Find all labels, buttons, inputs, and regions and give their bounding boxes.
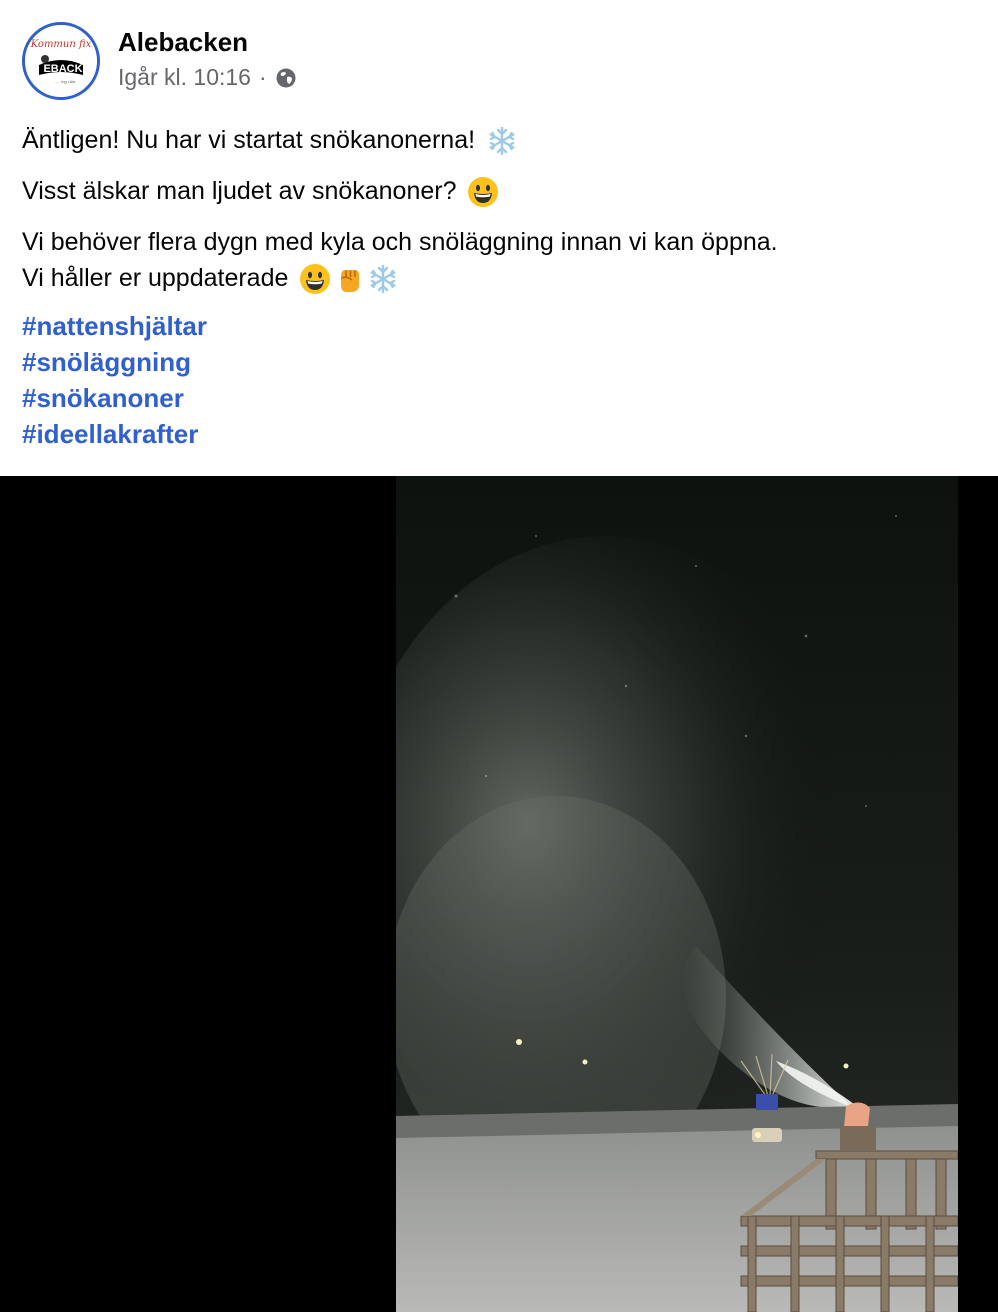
hashtag-link[interactable]: #nattenshjältar: [22, 308, 207, 344]
message-line-4-text: Vi håller er uppdaterade: [22, 264, 289, 292]
snowflake-emoji: [489, 127, 515, 156]
video-frame[interactable]: [396, 476, 958, 1312]
hashtag-link[interactable]: #snökanoner: [22, 380, 207, 416]
avatar-small-text: ..... ing i Ale: [55, 79, 76, 84]
page-avatar[interactable]: Kommun fix EBACK ..... ing i Ale: [22, 22, 100, 100]
message-line-4: Vi håller er uppdaterade: [22, 260, 399, 296]
page-name[interactable]: Alebacken: [118, 27, 248, 58]
post-header: Kommun fix EBACK ..... ing i Ale Aleback…: [0, 0, 998, 110]
meta-separator: ·: [258, 64, 267, 90]
snowflake-emoji: [370, 265, 396, 294]
message-line-2: Visst älskar man ljudet av snökanoner?: [22, 173, 499, 209]
avatar-script-text: Kommun fix: [30, 39, 92, 50]
video-scene: [396, 476, 958, 1312]
message-line-1: Äntligen! Nu har vi startat snökanonerna…: [22, 122, 518, 158]
avatar-logo-text: EBACK: [43, 63, 82, 75]
hashtag-list: #nattenshjältar #snöläggning #snökanoner…: [22, 308, 207, 452]
message-line-2-text: Visst älskar man ljudet av snökanoner?: [22, 177, 457, 205]
post-meta: Igår kl. 10:16 ·: [118, 64, 297, 91]
post-timestamp[interactable]: Igår kl. 10:16: [118, 64, 251, 91]
post-video[interactable]: [0, 476, 998, 1312]
message-line-1-text: Äntligen! Nu har vi startat snökanonerna…: [22, 126, 476, 154]
grinning-face-emoji: [468, 177, 499, 208]
hashtag-link[interactable]: #ideellakrafter: [22, 416, 207, 452]
raised-fist-emoji: [341, 270, 360, 293]
grinning-face-emoji: [300, 264, 331, 295]
globe-icon[interactable]: [275, 67, 297, 89]
message-line-3: Vi behöver flera dygn med kyla och snölä…: [22, 228, 778, 256]
avatar-logo: Kommun fix EBACK ..... ing i Ale: [25, 25, 97, 97]
hashtag-link[interactable]: #snöläggning: [22, 344, 207, 380]
